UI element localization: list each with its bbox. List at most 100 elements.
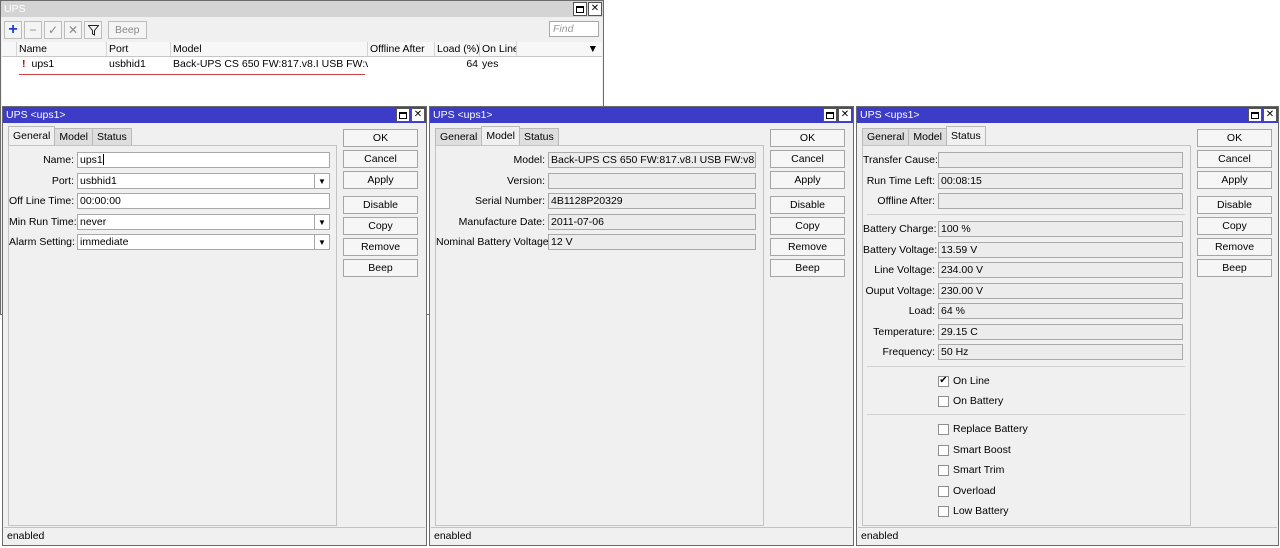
maximize-icon[interactable]: [823, 108, 837, 122]
tab-status[interactable]: Status: [91, 128, 132, 145]
separator: [867, 366, 1185, 367]
remove-button[interactable]: Remove: [770, 238, 845, 256]
transfer-cause-label: Transfer Cause:: [863, 154, 938, 166]
find-input[interactable]: Find: [549, 21, 599, 37]
run-time-left-label: Run Time Left:: [866, 175, 935, 187]
tab-model[interactable]: Model: [908, 128, 947, 145]
cancel-button[interactable]: Cancel: [770, 150, 845, 168]
ups-list-titlebar[interactable]: UPS ✕: [1, 1, 603, 17]
beep-button[interactable]: Beep: [343, 259, 418, 277]
dialog-titlebar[interactable]: UPS <ups1> ✕: [857, 107, 1278, 123]
header-offline-after[interactable]: Offline After: [368, 42, 435, 56]
column-menu-icon[interactable]: ▼: [517, 42, 602, 56]
serial-number-label: Serial Number:: [474, 195, 545, 207]
beep-button[interactable]: Beep: [770, 259, 845, 277]
disable-icon[interactable]: ✕: [64, 21, 82, 39]
model-label: Model:: [513, 154, 545, 166]
enable-icon[interactable]: ✓: [44, 21, 62, 39]
offline-after-label: Offline After:: [877, 195, 935, 207]
table-row[interactable]: ! ups1 usbhid1 Back-UPS CS 650 FW:817.v8.…: [2, 57, 602, 72]
general-panel: Name: ups1 Port: usbhid1 ▼ Off Line Time…: [8, 145, 337, 526]
table-header: Name Port Model Offline After Load (%) O…: [2, 42, 602, 57]
ok-button[interactable]: OK: [343, 129, 418, 147]
cancel-button[interactable]: Cancel: [343, 150, 418, 168]
close-icon[interactable]: ✕: [1263, 108, 1277, 122]
header-model[interactable]: Model: [171, 42, 368, 56]
tab-model[interactable]: Model: [481, 126, 520, 145]
min-run-time-select[interactable]: never: [77, 214, 315, 230]
dialog-titlebar[interactable]: UPS <ups1> ✕: [430, 107, 853, 123]
copy-button[interactable]: Copy: [343, 217, 418, 235]
copy-button[interactable]: Copy: [770, 217, 845, 235]
tab-general[interactable]: General: [8, 126, 56, 145]
ups-toolbar: + − ✓ ✕ Beep Find: [1, 18, 603, 42]
separator: [867, 214, 1185, 215]
name-input[interactable]: ups1: [77, 152, 330, 168]
model-panel: Model: Back-UPS CS 650 FW:817.v8.I USB F…: [435, 145, 764, 526]
replace-battery-label: Replace Battery: [953, 423, 1028, 435]
status-bar: enabled: [4, 527, 425, 544]
copy-button[interactable]: Copy: [1197, 217, 1272, 235]
maximize-icon[interactable]: [573, 2, 587, 16]
header-on-line[interactable]: On Line: [480, 42, 517, 56]
tab-general[interactable]: General: [862, 128, 910, 145]
close-icon[interactable]: ✕: [838, 108, 852, 122]
frequency-value: 50 Hz: [938, 344, 1183, 360]
tab-status[interactable]: Status: [518, 128, 559, 145]
close-icon[interactable]: ✕: [588, 2, 602, 16]
dialog-titlebar[interactable]: UPS <ups1> ✕: [3, 107, 426, 123]
ok-button[interactable]: OK: [1197, 129, 1272, 147]
filter-icon[interactable]: [84, 21, 102, 39]
load-label: Load:: [908, 305, 935, 317]
disable-button[interactable]: Disable: [1197, 196, 1272, 214]
dialog-title: UPS <ups1>: [6, 109, 66, 121]
apply-button[interactable]: Apply: [1197, 171, 1272, 189]
version-value: [548, 173, 756, 189]
header-name[interactable]: Name: [17, 42, 107, 56]
min-run-time-label: Min Run Time:: [9, 216, 77, 228]
disable-button[interactable]: Disable: [770, 196, 845, 214]
battery-voltage-value: 13.59 V: [938, 242, 1183, 258]
on-battery-label: On Battery: [953, 395, 1004, 407]
status-bar: enabled: [858, 527, 1277, 544]
transfer-cause-value: [938, 152, 1183, 168]
remove-button[interactable]: Remove: [343, 238, 418, 256]
beep-button[interactable]: Beep: [108, 21, 147, 39]
header-flag[interactable]: [2, 42, 17, 56]
dialog-title: UPS <ups1>: [860, 109, 920, 121]
tab-status[interactable]: Status: [945, 126, 986, 145]
offline-time-input[interactable]: 00:00:00: [77, 193, 330, 209]
disable-button[interactable]: Disable: [343, 196, 418, 214]
close-icon[interactable]: ✕: [411, 108, 425, 122]
dialog-title: UPS <ups1>: [433, 109, 493, 121]
row-port: usbhid1: [109, 58, 146, 70]
apply-button[interactable]: Apply: [343, 171, 418, 189]
run-time-left-value: 00:08:15: [938, 173, 1183, 189]
alarm-setting-select[interactable]: immediate: [77, 234, 315, 250]
overload-label: Overload: [953, 485, 996, 497]
remove-icon[interactable]: −: [24, 21, 42, 39]
add-icon[interactable]: +: [4, 21, 22, 39]
header-load[interactable]: Load (%): [435, 42, 480, 56]
low-battery-label: Low Battery: [953, 505, 1009, 517]
line-voltage-label: Line Voltage:: [874, 264, 935, 276]
port-select[interactable]: usbhid1: [77, 173, 315, 189]
temperature-value: 29.15 C: [938, 324, 1183, 340]
header-port[interactable]: Port: [107, 42, 171, 56]
tab-model[interactable]: Model: [54, 128, 93, 145]
maximize-icon[interactable]: [396, 108, 410, 122]
port-dropdown-icon[interactable]: ▼: [315, 173, 330, 189]
battery-charge-value: 100 %: [938, 221, 1183, 237]
serial-number-value: 4B1128P20329: [548, 193, 756, 209]
status-panel: Transfer Cause: Run Time Left: 00:08:15 …: [862, 145, 1191, 526]
temperature-label: Temperature:: [873, 326, 935, 338]
apply-button[interactable]: Apply: [770, 171, 845, 189]
maximize-icon[interactable]: [1248, 108, 1262, 122]
cancel-button[interactable]: Cancel: [1197, 150, 1272, 168]
remove-button[interactable]: Remove: [1197, 238, 1272, 256]
min-run-dropdown-icon[interactable]: ▼: [315, 214, 330, 230]
alarm-dropdown-icon[interactable]: ▼: [315, 234, 330, 250]
ok-button[interactable]: OK: [770, 129, 845, 147]
beep-button[interactable]: Beep: [1197, 259, 1272, 277]
tab-general[interactable]: General: [435, 128, 483, 145]
